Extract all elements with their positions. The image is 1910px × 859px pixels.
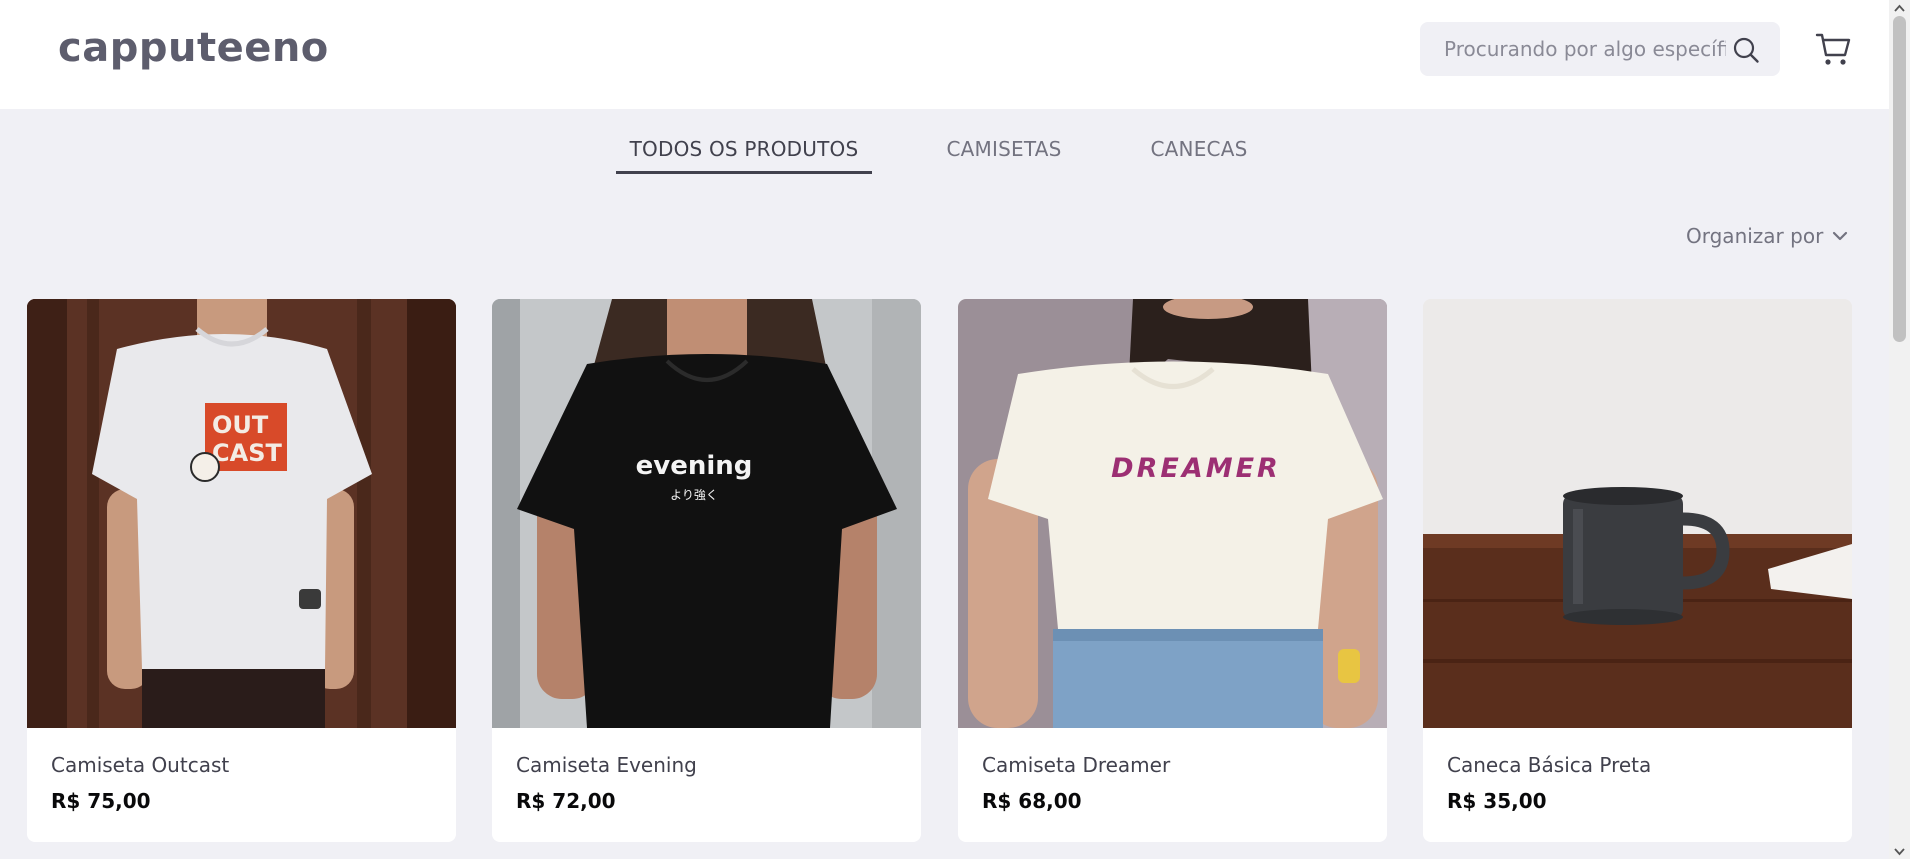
cart-icon[interactable] bbox=[1815, 31, 1852, 67]
product-card[interactable]: OUT CAST Camiseta Outcast R$ 75,00 bbox=[27, 299, 456, 842]
search-box[interactable] bbox=[1420, 22, 1780, 76]
product-name: Camiseta Dreamer bbox=[982, 753, 1171, 777]
product-image: DREAMER bbox=[958, 299, 1387, 728]
top-header: capputeeno bbox=[0, 0, 1889, 109]
search-input[interactable] bbox=[1444, 22, 1726, 76]
product-card[interactable]: Caneca Básica Preta R$ 35,00 bbox=[1423, 299, 1852, 842]
product-card[interactable]: evening より強く Camiseta Evening R$ 72,00 bbox=[492, 299, 921, 842]
scroll-up-arrow-icon[interactable] bbox=[1894, 4, 1905, 12]
category-tabs: TODOS OS PRODUTOS CAMISETAS CANECAS bbox=[0, 134, 1889, 174]
product-image: evening より強く bbox=[492, 299, 921, 728]
search-icon[interactable] bbox=[1732, 36, 1760, 64]
product-price: R$ 35,00 bbox=[1447, 789, 1547, 813]
scroll-down-arrow-icon[interactable] bbox=[1894, 848, 1905, 856]
brand-logo[interactable]: capputeeno bbox=[58, 22, 329, 74]
product-card[interactable]: DREAMER Camiseta Dreamer R$ 68,00 bbox=[958, 299, 1387, 842]
product-name: Camiseta Evening bbox=[516, 753, 697, 777]
product-image: OUT CAST bbox=[27, 299, 456, 728]
product-price: R$ 75,00 bbox=[51, 789, 151, 813]
print-text: より強く bbox=[670, 488, 718, 502]
sort-dropdown[interactable]: Organizar por bbox=[1686, 222, 1823, 250]
tab-shirts[interactable]: CAMISETAS bbox=[928, 134, 1080, 174]
tab-mugs[interactable]: CANECAS bbox=[1134, 134, 1264, 174]
product-name: Camiseta Outcast bbox=[51, 753, 230, 777]
print-text: OUT bbox=[212, 411, 269, 439]
scroll-thumb[interactable] bbox=[1893, 16, 1906, 342]
product-image bbox=[1423, 299, 1852, 728]
print-text: evening bbox=[636, 451, 753, 481]
page-scrollbar[interactable] bbox=[1889, 0, 1910, 859]
chevron-down-icon[interactable] bbox=[1832, 229, 1848, 243]
product-price: R$ 72,00 bbox=[516, 789, 616, 813]
product-name: Caneca Básica Preta bbox=[1447, 753, 1652, 777]
print-text: DREAMER bbox=[1111, 453, 1281, 484]
tab-all-products[interactable]: TODOS OS PRODUTOS bbox=[616, 134, 872, 174]
print-text: CAST bbox=[212, 439, 282, 467]
product-price: R$ 68,00 bbox=[982, 789, 1082, 813]
